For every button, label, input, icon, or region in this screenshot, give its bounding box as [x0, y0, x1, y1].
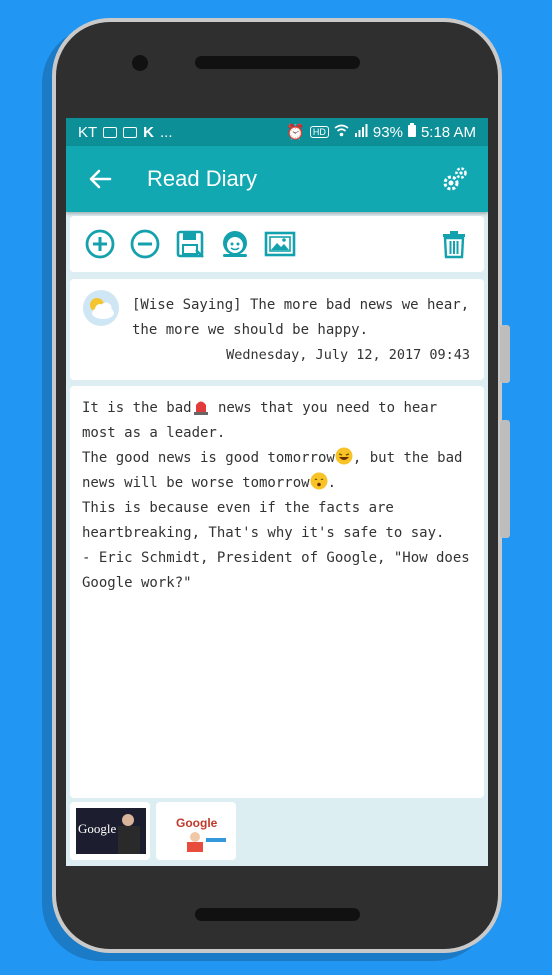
thumb2-logo-text: Google [176, 816, 218, 830]
app-bar: Read Diary [66, 146, 488, 212]
add-circle-icon[interactable] [84, 228, 116, 260]
sad-emoji-icon [310, 472, 328, 490]
diary-body-text[interactable]: It is the bad news that you need to hear… [82, 396, 477, 596]
gmail-notification-icon [123, 126, 138, 138]
remove-circle-icon[interactable] [129, 228, 161, 260]
attachment-thumbnail-1[interactable]: Google [70, 802, 150, 860]
more-notifications: ... [160, 123, 173, 141]
carrier-label: KT [78, 123, 98, 141]
google-doodle-image: Google [162, 808, 230, 854]
status-bar: KT K ... ⏰ HD 93% 5:18 AM [66, 118, 488, 146]
image-icon[interactable] [264, 228, 296, 260]
camera [132, 55, 148, 71]
bottom-speaker [195, 908, 360, 921]
battery-icon [407, 123, 416, 141]
laughing-emoji-icon [335, 447, 353, 465]
body-line2-end: . [327, 475, 337, 491]
attachment-thumbnails: Google Google [70, 802, 236, 860]
attachment-thumbnail-2[interactable]: Google [156, 802, 236, 860]
body-line3: This is because even if the facts are he… [82, 500, 445, 541]
volume-button [500, 325, 510, 383]
sticker-face-icon[interactable] [219, 228, 251, 260]
signal-icon [354, 123, 368, 141]
diary-body-card[interactable]: It is the bad news that you need to hear… [70, 386, 484, 798]
body-line4: - Eric Schmidt, President of Google, "Ho… [82, 550, 479, 591]
power-button [500, 420, 510, 538]
body-line2-start: The good news is good tomorrow [82, 450, 335, 466]
google-speaker-photo: Google [76, 808, 146, 854]
alarm-icon: ⏰ [286, 124, 305, 141]
wifi-icon [334, 124, 349, 141]
entry-date: Wednesday, July 12, 2017 09:43 [226, 347, 470, 363]
diary-toolbar [70, 216, 484, 272]
body-line1-start: It is the bad [82, 400, 192, 416]
screen: KT K ... ⏰ HD 93% 5:18 AM Read Diary [Wi… [66, 118, 488, 866]
battery-percent: 93% [372, 123, 403, 141]
page-title: Read Diary [147, 166, 258, 191]
wise-saying-text: [Wise Saying] The more bad news we hear,… [132, 297, 470, 338]
save-icon[interactable] [174, 228, 206, 260]
wise-saying-card: [Wise Saying] The more bad news we hear,… [70, 279, 484, 380]
earpiece-speaker [195, 56, 360, 69]
settings-gear-icon[interactable] [440, 164, 470, 194]
thumb1-logo-text: Google [78, 821, 117, 836]
clock: 5:18 AM [420, 123, 476, 141]
gallery-notification-icon [103, 126, 118, 138]
partly-cloudy-icon [83, 290, 119, 326]
siren-emoji-icon [193, 401, 208, 415]
app-notification-icon: K [143, 123, 155, 141]
trash-icon[interactable] [438, 228, 470, 260]
hd-icon: HD [309, 126, 329, 138]
back-arrow-icon[interactable] [86, 165, 114, 193]
